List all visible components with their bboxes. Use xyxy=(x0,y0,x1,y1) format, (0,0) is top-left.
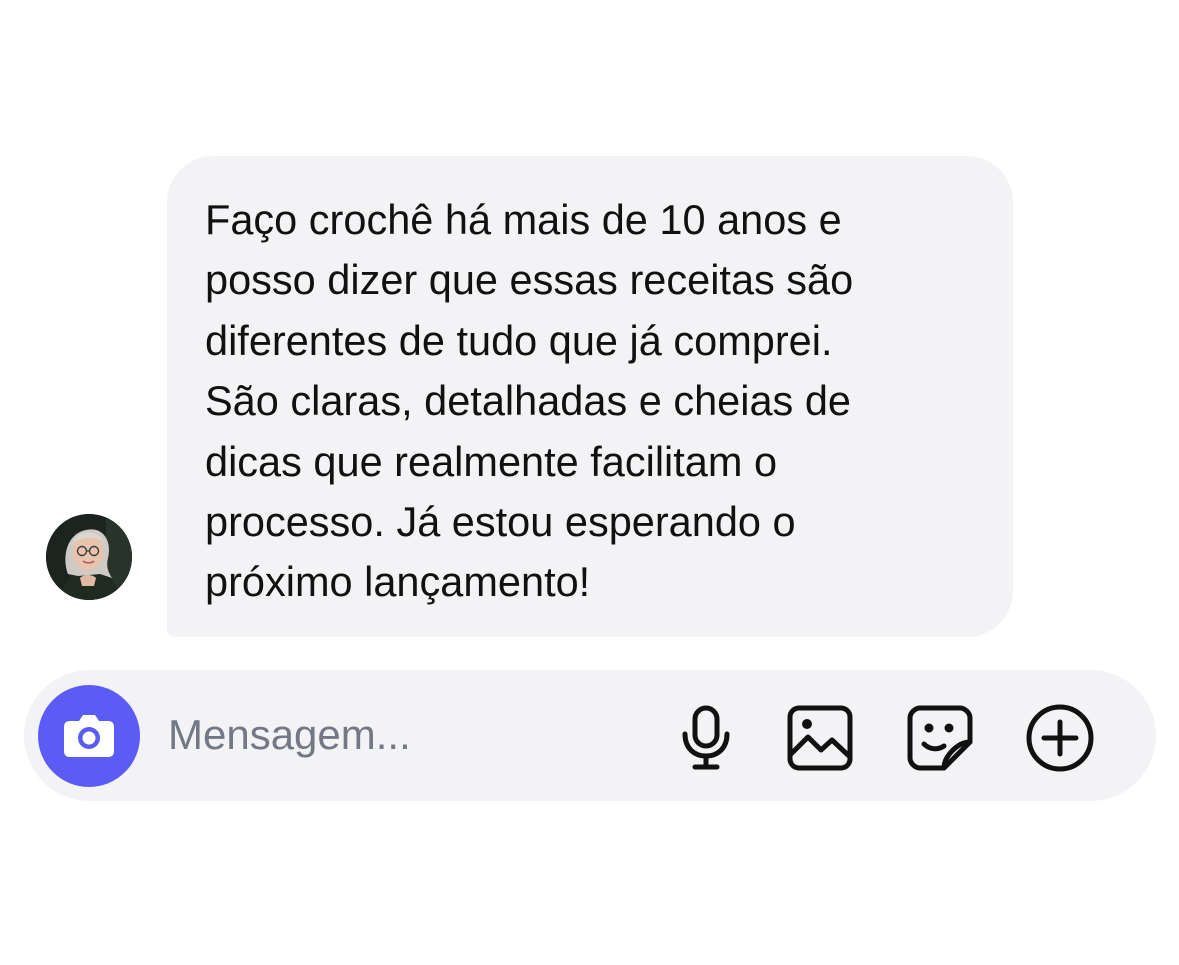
camera-icon xyxy=(64,715,114,757)
message-input[interactable] xyxy=(168,706,628,764)
avatar[interactable] xyxy=(46,514,132,600)
message-text-line: São claras, detalhadas e cheias de xyxy=(205,377,851,425)
sticker-icon xyxy=(907,705,973,771)
sticker-button[interactable] xyxy=(904,702,976,774)
camera-button[interactable] xyxy=(38,685,140,787)
message-bubble[interactable]: Faço crochê há mais de 10 anos e posso d… xyxy=(167,156,1013,637)
message-text-line: processo. Já estou esperando o xyxy=(205,498,796,546)
message-text-line: Faço crochê há mais de 10 anos e xyxy=(205,196,842,243)
more-options-button[interactable] xyxy=(1024,702,1096,774)
message-text-line: próximo lançamento! xyxy=(205,558,591,606)
message-text-line: diferentes de tudo que já comprei. xyxy=(205,316,833,364)
image-icon xyxy=(787,705,853,771)
message-text-line: dicas que realmente facilitam o xyxy=(205,437,778,485)
microphone-button[interactable] xyxy=(670,702,742,774)
plus-circle-icon xyxy=(1026,704,1094,772)
message-composer xyxy=(24,670,1156,801)
message-thread: Faço crochê há mais de 10 anos e posso d… xyxy=(0,0,1179,660)
microphone-icon xyxy=(682,705,730,770)
avatar-photo xyxy=(46,514,132,600)
gallery-button[interactable] xyxy=(784,702,856,774)
message-text-line: posso dizer que essas receitas são xyxy=(205,256,854,304)
